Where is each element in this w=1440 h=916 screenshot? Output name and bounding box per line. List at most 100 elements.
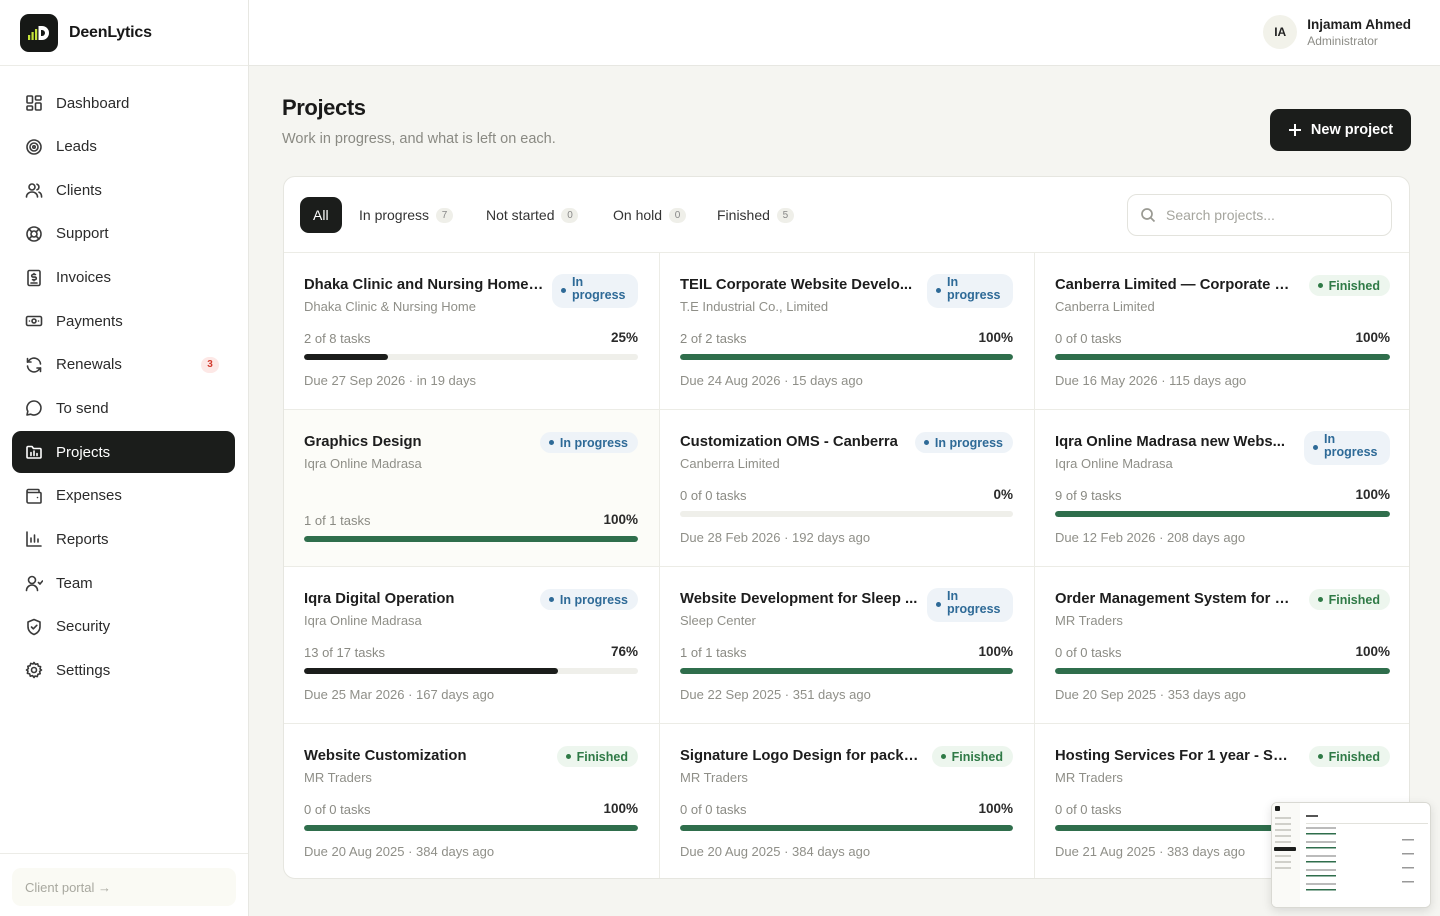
- status-badge: In progress: [914, 432, 1013, 453]
- sidebar-item-team[interactable]: Team: [12, 562, 235, 604]
- project-client: Iqra Online Madrasa: [304, 456, 422, 471]
- project-card[interactable]: Website Development for Sleep ... Sleep C…: [660, 567, 1035, 724]
- sidebar-item-label: Settings: [56, 661, 111, 679]
- status-badge: Finished: [556, 746, 638, 767]
- sidebar-item-label: Invoices: [56, 269, 112, 287]
- task-count: 0 of 0 tasks: [304, 802, 371, 817]
- project-client: MR Traders: [1055, 613, 1123, 628]
- sidebar-item-leads[interactable]: Leads: [12, 126, 235, 168]
- tab-count: 0: [561, 207, 579, 223]
- invoice-icon: [27, 269, 41, 286]
- sidebar-footer: Client portal →: [0, 853, 248, 916]
- client-portal-link[interactable]: Client portal →: [12, 868, 236, 906]
- progress-percent: 100%: [978, 330, 1013, 345]
- status-dot-icon: [1317, 754, 1323, 759]
- status-label: In progress: [559, 592, 628, 607]
- project-card[interactable]: Order Management System for SR MR Traders…: [1035, 567, 1409, 724]
- task-count: 13 of 17 tasks: [304, 645, 385, 660]
- screenshot-preview-thumbnail[interactable]: [1271, 802, 1431, 908]
- tab-finished[interactable]: Finished 5: [717, 197, 794, 233]
- sidebar-item-renewals[interactable]: Renewals 3: [12, 344, 235, 386]
- sidebar-item-clients[interactable]: Clients: [12, 169, 235, 211]
- status-badge: Finished: [1308, 589, 1390, 610]
- filter-bar: All In progress 7 Not started 0 On hold …: [284, 177, 1409, 253]
- status-badge: Finished: [931, 746, 1013, 767]
- search-box[interactable]: [1127, 194, 1392, 236]
- tab-count: 7: [436, 207, 454, 223]
- sidebar-item-dashboard[interactable]: Dashboard: [12, 82, 235, 124]
- project-card[interactable]: Canberra Limited — Corporate W... Canberr…: [1035, 253, 1409, 410]
- search-icon: [1141, 208, 1156, 223]
- status-dot-icon: [940, 754, 946, 759]
- brand[interactable]: DeenLytics: [0, 0, 248, 66]
- sidebar-item-to-send[interactable]: To send: [12, 387, 235, 429]
- project-title: Canberra Limited — Corporate W...: [1055, 277, 1295, 293]
- project-client: Sleep Center: [680, 613, 756, 628]
- project-client: MR Traders: [304, 770, 372, 785]
- progress-percent: 0%: [993, 487, 1013, 502]
- project-client: MR Traders: [1055, 770, 1123, 785]
- tab-on-hold[interactable]: On hold 0: [613, 197, 687, 233]
- progress-percent: 100%: [603, 801, 638, 816]
- sidebar-item-security[interactable]: Security: [12, 606, 235, 648]
- project-card[interactable]: TEIL Corporate Website Develo... T.E Indu…: [660, 253, 1035, 410]
- progress-fill: [304, 825, 638, 831]
- status-label: In progress: [947, 589, 1001, 616]
- new-project-button[interactable]: New project: [1270, 109, 1411, 151]
- bar-chart-icon: [26, 531, 42, 548]
- due-date: Due 20 Aug 2025 · 384 days ago: [304, 844, 495, 859]
- tab-in-progress[interactable]: In progress 7: [359, 197, 454, 233]
- user-menu[interactable]: IA Injamam Ahmed Administrator: [1263, 15, 1411, 49]
- task-count: 9 of 9 tasks: [1055, 488, 1122, 503]
- tab-not-started[interactable]: Not started 0: [486, 197, 579, 233]
- task-count: 0 of 0 tasks: [1055, 645, 1122, 660]
- plus-icon: [1288, 124, 1301, 136]
- progress-bar: [304, 668, 638, 674]
- project-card[interactable]: Graphics Design Iqra Online Madrasa In pro…: [284, 410, 660, 567]
- due-date: Due 27 Sep 2026 · in 19 days: [304, 373, 477, 388]
- status-label: In progress: [1324, 432, 1378, 459]
- sidebar-item-projects[interactable]: Projects: [12, 431, 235, 474]
- project-title: Iqra Online Madrasa new Webs...: [1055, 434, 1285, 450]
- status-dot-icon: [1317, 597, 1323, 602]
- tab-label: Finished: [717, 207, 770, 223]
- status-label: In progress: [934, 435, 1003, 450]
- project-client: Dhaka Clinic & Nursing Home: [304, 299, 476, 314]
- sidebar-item-label: Renewals: [56, 356, 122, 374]
- project-card[interactable]: Iqra Digital Operation Iqra Online Madras…: [284, 567, 660, 724]
- project-card[interactable]: Customization OMS - Canberra Canberra Lim…: [660, 410, 1035, 567]
- status-label: In progress: [572, 275, 626, 302]
- sidebar-item-label: Clients: [56, 181, 102, 199]
- sidebar-item-invoices[interactable]: Invoices: [12, 257, 235, 299]
- sidebar-item-settings[interactable]: Settings: [12, 649, 235, 691]
- progress-bar: [680, 354, 1013, 360]
- task-count: 0 of 0 tasks: [680, 802, 747, 817]
- banknote-icon: [25, 315, 43, 327]
- status-label: Finished: [576, 749, 628, 764]
- due-date: Due 21 Aug 2025 · 383 days ago: [1055, 844, 1246, 859]
- status-dot-icon: [1317, 283, 1323, 288]
- project-client: Iqra Online Madrasa: [304, 613, 422, 628]
- status-label: Finished: [1328, 278, 1380, 293]
- sidebar-item-payments[interactable]: Payments: [12, 300, 235, 342]
- progress-fill: [680, 354, 1013, 360]
- status-dot-icon: [561, 288, 566, 293]
- task-count: 0 of 0 tasks: [1055, 802, 1122, 817]
- tab-count: 0: [669, 207, 687, 223]
- sidebar-item-support[interactable]: Support: [12, 213, 235, 255]
- sidebar-item-reports[interactable]: Reports: [12, 518, 235, 560]
- progress-bar: [1055, 354, 1390, 360]
- task-count: 0 of 0 tasks: [680, 488, 747, 503]
- tab-all[interactable]: All: [300, 197, 342, 233]
- status-dot-icon: [565, 754, 571, 759]
- progress-bar: [680, 511, 1013, 517]
- status-badge: In progress: [927, 274, 1013, 308]
- project-card[interactable]: Website Customization MR Traders Finished 0…: [284, 724, 660, 878]
- project-card[interactable]: Iqra Online Madrasa new Webs... Iqra Onli…: [1035, 410, 1409, 567]
- search-input[interactable]: [1166, 207, 1366, 223]
- project-card[interactable]: Dhaka Clinic and Nursing Home -... Dhaka …: [284, 253, 660, 410]
- project-card[interactable]: Signature Logo Design for packa... MR Tra…: [660, 724, 1035, 878]
- sidebar-item-expenses[interactable]: Expenses: [12, 475, 235, 517]
- shield-icon: [27, 618, 41, 635]
- tab-label: In progress: [359, 207, 430, 223]
